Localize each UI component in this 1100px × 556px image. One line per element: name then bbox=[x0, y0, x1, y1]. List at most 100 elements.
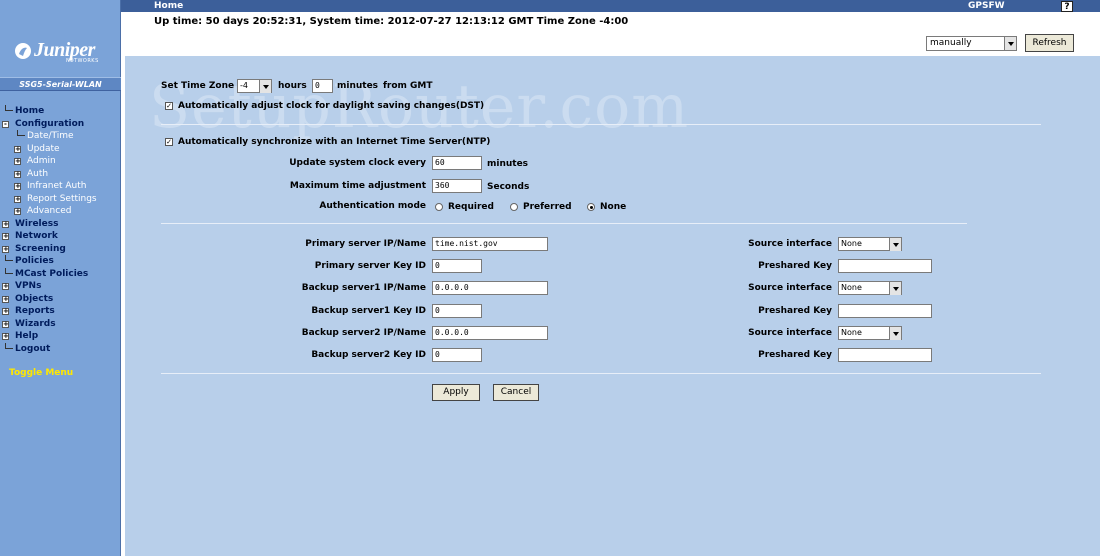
max-adjustment-label: Maximum time adjustment bbox=[289, 181, 426, 191]
expand-icon[interactable]: + bbox=[2, 233, 9, 240]
expand-icon[interactable]: + bbox=[14, 183, 21, 190]
server-option-label: Source interface bbox=[748, 283, 832, 294]
nav-item[interactable]: + Advanced bbox=[0, 205, 121, 218]
apply-button[interactable]: Apply bbox=[432, 384, 480, 401]
nav-item[interactable]: + Help bbox=[0, 330, 121, 343]
update-interval-input[interactable]: 60 bbox=[432, 156, 482, 170]
toggle-menu-link[interactable]: Toggle Menu bbox=[9, 368, 73, 378]
preshared-key-input[interactable] bbox=[838, 303, 932, 318]
source-interface-select[interactable]: None bbox=[838, 237, 902, 251]
chevron-down-icon bbox=[1004, 37, 1016, 50]
time-mode-select[interactable]: manually bbox=[926, 36, 1017, 51]
source-interface-select[interactable]: None bbox=[838, 281, 902, 296]
nav-item[interactable]: Home bbox=[0, 105, 121, 118]
server-field-label: Backup server1 Key ID bbox=[311, 305, 426, 316]
update-interval-label: Update system clock every bbox=[289, 158, 426, 168]
source-interface-select[interactable]: None bbox=[838, 325, 902, 340]
nav-item-label: MCast Policies bbox=[15, 268, 89, 279]
expand-icon[interactable]: + bbox=[14, 195, 21, 203]
auth-mode-label: Authentication mode bbox=[319, 201, 426, 211]
nav-item-label: Help bbox=[15, 331, 39, 341]
expand-icon[interactable]: + bbox=[14, 158, 21, 165]
nav-item[interactable]: - Configuration bbox=[0, 118, 121, 131]
expand-icon[interactable]: + bbox=[2, 220, 9, 228]
auth-none-radio[interactable] bbox=[587, 203, 595, 211]
preshared-key-input[interactable] bbox=[838, 348, 932, 362]
tree-line-icon bbox=[5, 255, 13, 261]
expand-icon[interactable]: + bbox=[2, 333, 9, 340]
server-field-input[interactable]: 0 bbox=[432, 348, 482, 362]
expand-icon[interactable]: + bbox=[14, 170, 21, 178]
device-name: GPSFW bbox=[968, 1, 1005, 11]
dst-checkbox[interactable]: ✓ bbox=[165, 102, 173, 110]
nav-item[interactable]: + Screening bbox=[0, 243, 121, 256]
expand-icon[interactable]: + bbox=[14, 145, 21, 153]
uptime-status: Up time: 50 days 20:52:31, System time: … bbox=[154, 16, 629, 27]
top-bar: Home GPSFW ? bbox=[121, 0, 1100, 12]
auth-required-label: Required bbox=[448, 202, 494, 212]
nav-item-label: Reports bbox=[15, 306, 55, 316]
help-icon[interactable]: ? bbox=[1061, 1, 1073, 12]
auth-required-radio[interactable] bbox=[435, 203, 443, 211]
divider bbox=[161, 124, 1041, 125]
nav-item[interactable]: Date/Time bbox=[0, 130, 121, 143]
timezone-hours-value: -4 bbox=[240, 81, 248, 90]
expand-icon[interactable]: + bbox=[2, 295, 9, 303]
ntp-checkbox[interactable]: ✓ bbox=[165, 138, 173, 146]
auth-preferred-label: Preferred bbox=[523, 202, 572, 212]
nav-item[interactable]: + Objects bbox=[0, 293, 121, 306]
nav-item-label: Screening bbox=[15, 243, 66, 254]
tree-line-icon bbox=[17, 130, 25, 136]
expand-icon[interactable]: + bbox=[2, 308, 9, 315]
server-field-input[interactable]: 0 bbox=[432, 259, 482, 274]
from-gmt-label: from GMT bbox=[383, 81, 433, 91]
nav-item[interactable]: MCast Policies bbox=[0, 267, 121, 281]
nav-item-label: Update bbox=[27, 143, 60, 154]
logo-subtext: NETWORKS bbox=[66, 58, 99, 64]
nav-item[interactable]: + Wireless bbox=[0, 218, 121, 231]
nav-item-label: Auth bbox=[27, 168, 49, 179]
home-link[interactable]: Home bbox=[154, 0, 183, 12]
nav-item[interactable]: + Update bbox=[0, 143, 121, 156]
server-field-input[interactable]: 0 bbox=[432, 303, 482, 318]
max-adjustment-input[interactable]: 360 bbox=[432, 179, 482, 193]
expand-icon[interactable]: + bbox=[2, 320, 9, 328]
refresh-button[interactable]: Refresh bbox=[1025, 34, 1074, 52]
nav-item[interactable]: Policies bbox=[0, 255, 121, 268]
collapse-icon[interactable]: - bbox=[2, 120, 9, 128]
nav-item[interactable]: + Reports bbox=[0, 305, 121, 318]
divider bbox=[161, 373, 1041, 374]
timezone-hours-select[interactable]: -4 bbox=[237, 79, 272, 93]
server-field-input[interactable]: 0.0.0.0 bbox=[432, 281, 548, 296]
expand-icon[interactable]: + bbox=[2, 283, 9, 290]
nav-item[interactable]: + Infranet Auth bbox=[0, 180, 121, 193]
dst-label: Automatically adjust clock for daylight … bbox=[178, 101, 485, 111]
expand-icon[interactable]: + bbox=[2, 245, 9, 253]
max-adjustment-unit: Seconds bbox=[487, 182, 530, 192]
update-interval-unit: minutes bbox=[487, 159, 529, 169]
preshared-key-input[interactable] bbox=[838, 259, 932, 274]
nav-item-label: Configuration bbox=[15, 118, 85, 129]
nav-item[interactable]: + Network bbox=[0, 230, 121, 243]
nav-item[interactable]: + Report Settings bbox=[0, 193, 121, 206]
nav-item[interactable]: + Admin bbox=[0, 155, 121, 168]
server-field-input[interactable]: 0.0.0.0 bbox=[432, 325, 548, 340]
time-mode-value: manually bbox=[930, 38, 972, 48]
tree-line-icon bbox=[5, 342, 13, 349]
nav-item-label: Wireless bbox=[15, 218, 59, 229]
auth-preferred-radio[interactable] bbox=[510, 203, 518, 211]
nav-item[interactable]: Logout bbox=[0, 342, 121, 356]
timezone-minutes-input[interactable]: 0 bbox=[312, 79, 333, 93]
cancel-button[interactable]: Cancel bbox=[493, 384, 539, 401]
device-model: SSG5-Serial-WLAN bbox=[0, 77, 121, 91]
nav-item[interactable]: + VPNs bbox=[0, 280, 121, 293]
minutes-label: minutes bbox=[337, 81, 379, 91]
nav-item-label: Network bbox=[15, 231, 58, 241]
server-field-label: Backup server1 IP/Name bbox=[301, 283, 426, 294]
nav-item[interactable]: + Wizards bbox=[0, 318, 121, 331]
nav-item-label: Admin bbox=[27, 156, 56, 166]
nav-item[interactable]: + Auth bbox=[0, 168, 121, 181]
server-field-input[interactable]: time.nist.gov bbox=[432, 237, 548, 251]
juniper-logo: Juniper NETWORKS bbox=[10, 36, 114, 68]
expand-icon[interactable]: + bbox=[14, 208, 21, 215]
